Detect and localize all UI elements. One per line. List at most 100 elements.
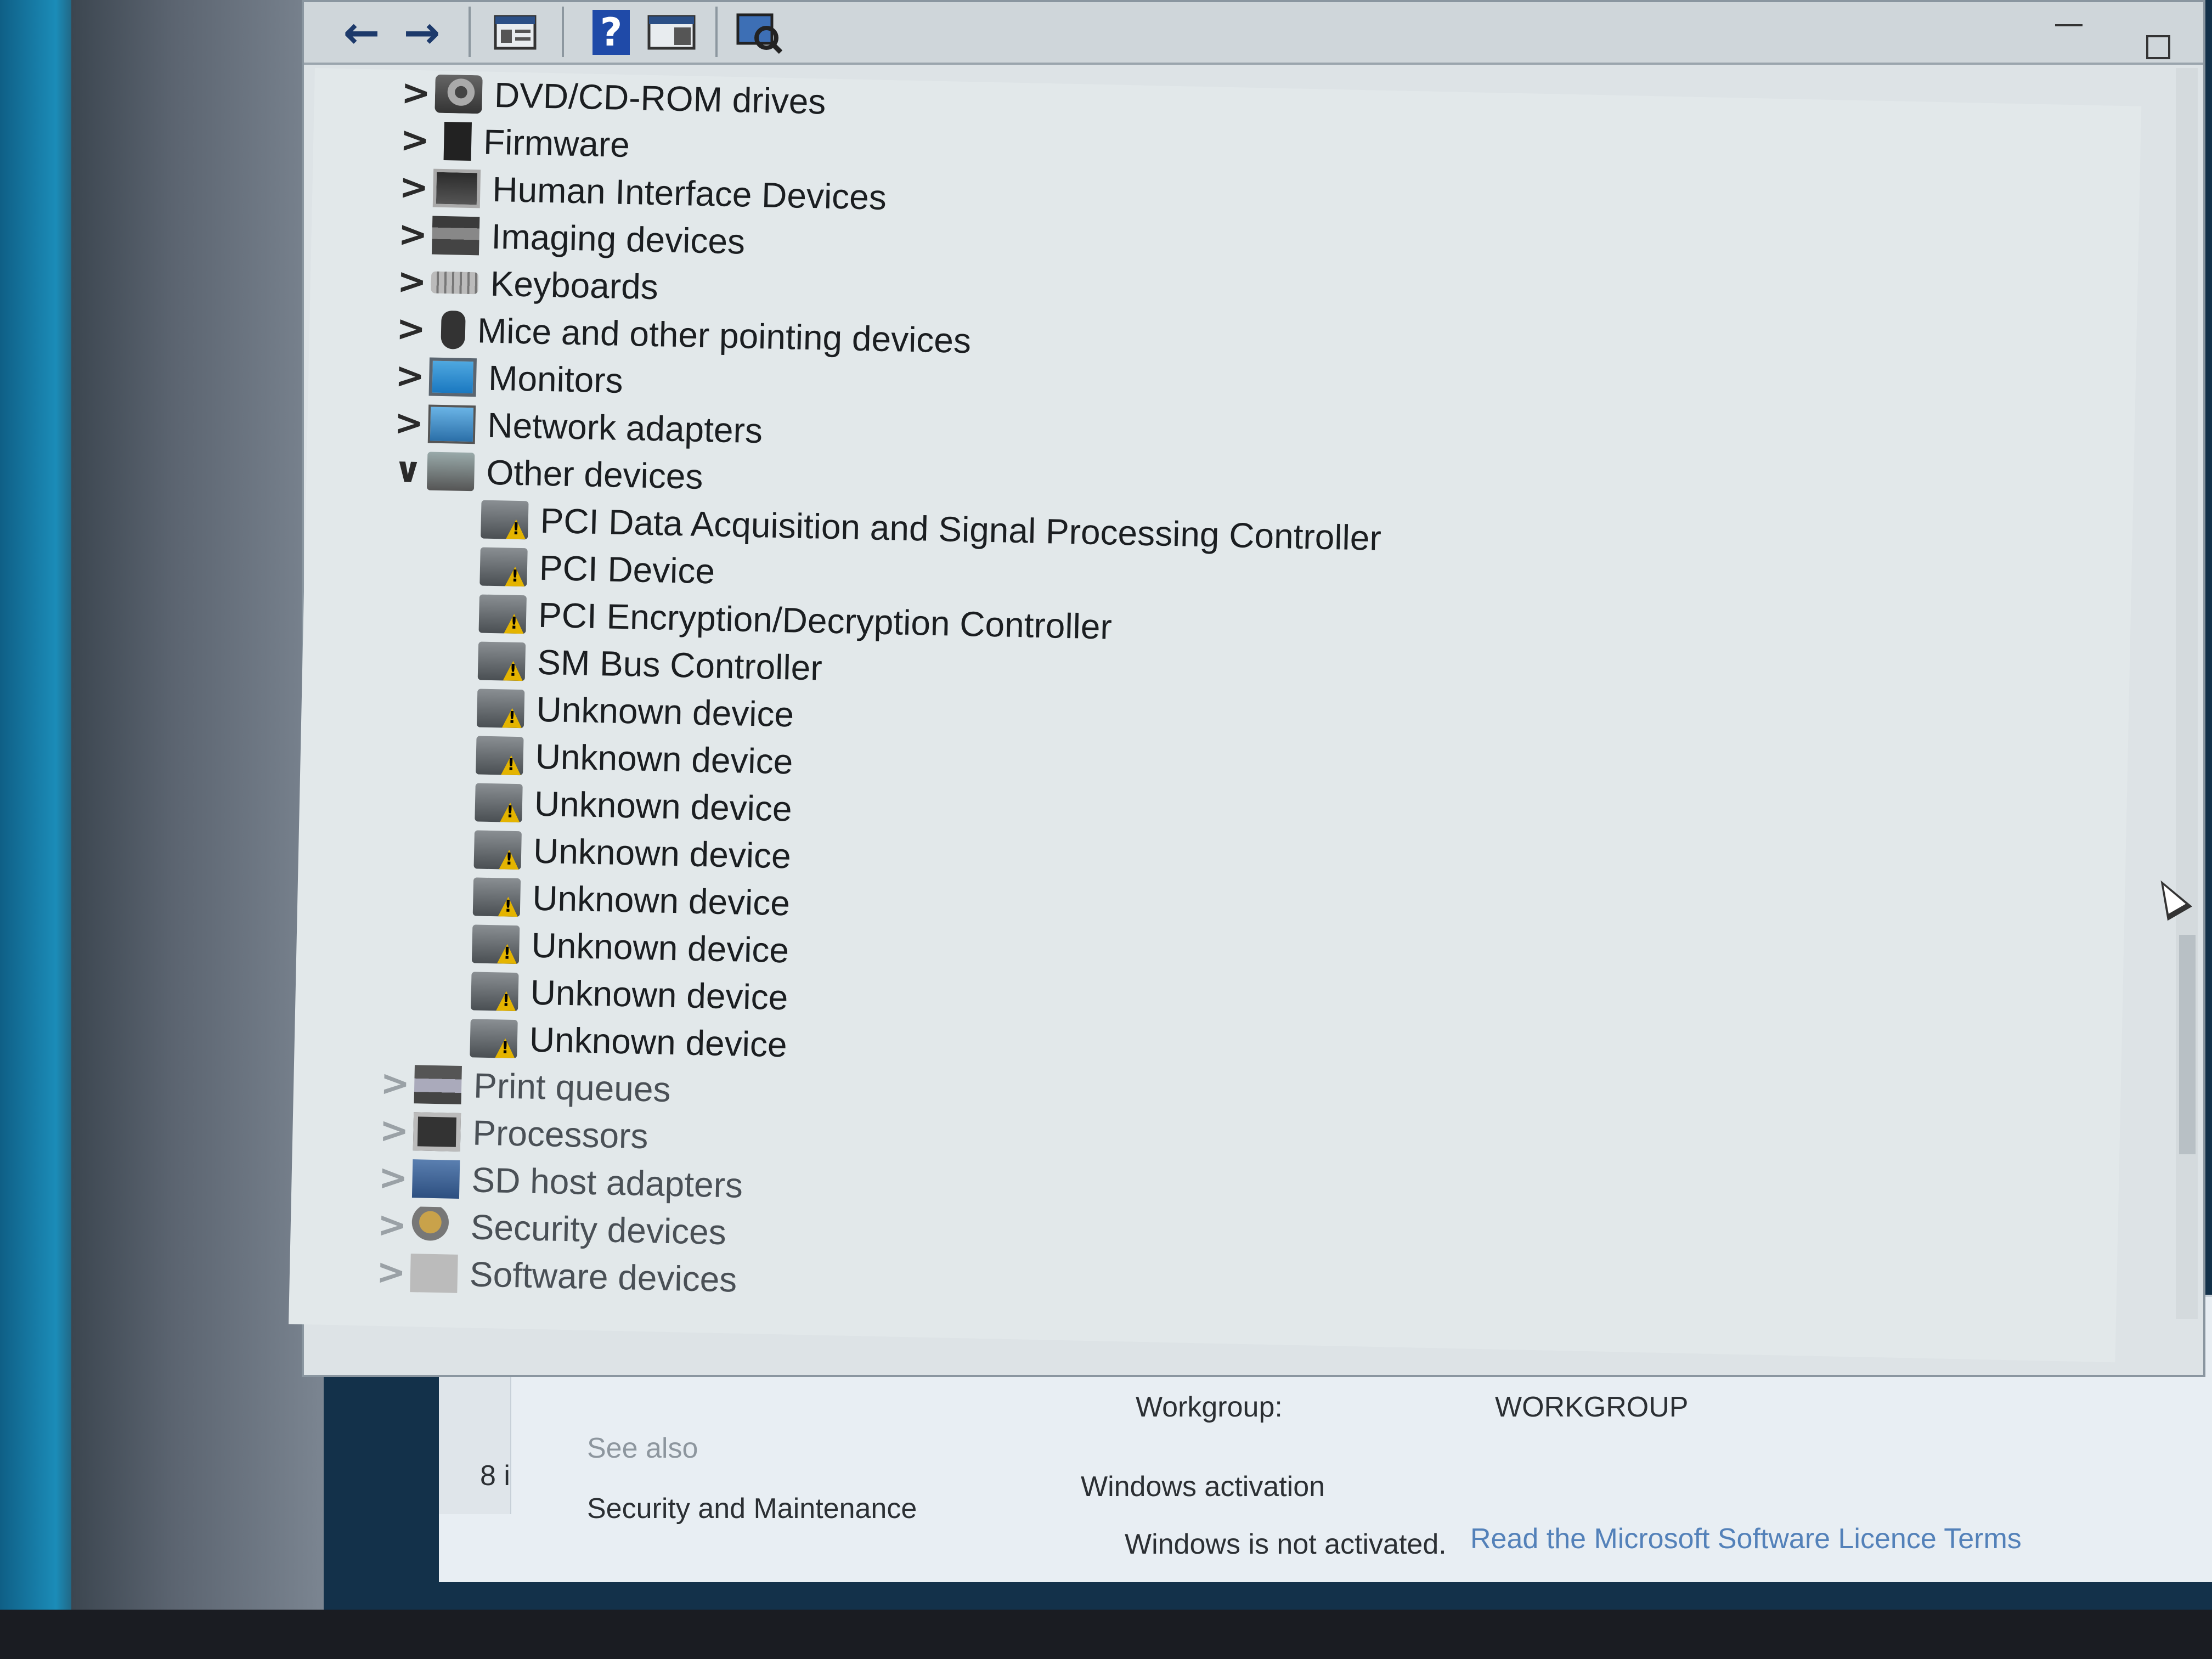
tree-item-label: Unknown device [530, 972, 789, 1018]
chevron-right-icon[interactable]: > [393, 214, 433, 255]
security-maintenance-link[interactable]: Security and Maintenance [587, 1492, 917, 1525]
tree-category[interactable]: > Imaging devices [393, 211, 746, 264]
toolbar: ← → ? [304, 2, 2203, 65]
chevron-right-icon[interactable]: > [375, 1110, 414, 1152]
help-icon[interactable]: ? [589, 8, 633, 57]
camera-icon [431, 216, 480, 256]
tree-device[interactable]: Unknown device [475, 779, 792, 832]
tree-item-label: Other devices [486, 452, 704, 496]
maximize-button[interactable] [2146, 35, 2170, 59]
windows-activation-heading: Windows activation [1081, 1471, 1325, 1503]
dvd-icon [435, 74, 483, 114]
tree-item-label: Unknown device [532, 878, 791, 923]
see-also-heading: See also [587, 1432, 698, 1464]
tree-category[interactable]: > SD host adapters [374, 1155, 743, 1209]
tree-device[interactable]: Unknown device [470, 1015, 787, 1068]
tree-category[interactable]: > Human Interface Devices [394, 164, 887, 221]
monitor-bottom-bezel [0, 1610, 2212, 1659]
scrollbar-thumb[interactable] [2179, 935, 2196, 1154]
tree-device[interactable]: Unknown device [471, 921, 789, 973]
tree-item-label: Unknown device [535, 736, 794, 782]
sd-adapter-icon [411, 1159, 460, 1199]
tree-item-label: Software devices [469, 1254, 738, 1300]
tree-category[interactable]: > Security devices [373, 1202, 727, 1255]
tree-device[interactable]: SM Bus Controller [477, 637, 823, 691]
tree-category[interactable]: > Network adapters [390, 400, 763, 454]
tree-item-label: Unknown device [533, 831, 792, 876]
tree-item-label: Mice and other pointing devices [477, 311, 972, 361]
tree-device[interactable]: Unknown device [473, 826, 791, 879]
view-pane-icon[interactable] [644, 8, 699, 57]
warning-device-icon [476, 736, 524, 776]
printer-icon [414, 1065, 462, 1104]
scan-hardware-icon[interactable] [732, 8, 787, 57]
keyboard-icon [431, 271, 479, 295]
tree-item-label: Unknown device [534, 783, 793, 829]
warning-device-icon [478, 594, 527, 634]
tree-category[interactable]: > Print queues [375, 1060, 672, 1113]
warning-device-icon [479, 547, 528, 587]
processor-icon [413, 1112, 461, 1152]
chevron-right-icon[interactable]: > [391, 356, 430, 397]
toolbar-separator [715, 7, 718, 57]
chevron-right-icon[interactable]: > [396, 120, 435, 161]
tree-device[interactable]: Unknown device [476, 732, 793, 785]
chevron-right-icon[interactable]: > [392, 261, 432, 302]
workgroup-label: Workgroup: [1136, 1391, 1283, 1423]
chevron-right-icon[interactable]: > [374, 1158, 413, 1199]
toolbar-separator [562, 7, 564, 57]
tree-item-label: SD host adapters [471, 1160, 743, 1205]
tree-item-label: Security devices [470, 1207, 727, 1252]
tree-category[interactable]: > DVD/CD-ROM drives [396, 70, 826, 125]
security-key-icon [411, 1206, 459, 1246]
arrow-left-icon[interactable]: ← [337, 7, 386, 58]
activation-status: Windows is not activated. [1125, 1528, 1447, 1560]
tree-device[interactable]: PCI Device [479, 544, 715, 595]
hid-icon [432, 168, 481, 208]
tree-item-label: DVD/CD-ROM drives [494, 75, 827, 122]
mouse-icon [441, 310, 466, 349]
firmware-icon [443, 121, 472, 161]
device-tree: > DVD/CD-ROM drives > Firmware > Human Interf… [289, 68, 2142, 1363]
tree-category[interactable]: > Keyboards [392, 258, 659, 310]
tree-category[interactable]: > Software devices [371, 1249, 737, 1303]
warning-device-icon [473, 830, 522, 870]
side-fragment-text: 8 i [480, 1460, 510, 1492]
chevron-right-icon[interactable]: > [394, 167, 434, 208]
minimize-button[interactable] [2055, 24, 2083, 26]
tree-device[interactable]: Unknown device [472, 873, 791, 926]
monitor-icon [428, 357, 477, 397]
unknown-device-icon [426, 452, 475, 492]
tree-item-label: Print queues [473, 1065, 672, 1109]
warning-device-icon [477, 641, 526, 681]
tree-item-label: PCI Encryption/Decryption Controller [538, 595, 1113, 647]
warning-device-icon [472, 877, 521, 917]
properties-icon[interactable] [490, 8, 540, 57]
arrow-right-icon[interactable]: → [397, 7, 447, 58]
tree-item-label: Imaging devices [490, 216, 746, 262]
warning-device-icon [470, 1019, 518, 1059]
chevron-right-icon[interactable]: > [396, 72, 436, 114]
warning-device-icon [471, 924, 520, 964]
tree-category[interactable]: > Firmware [395, 117, 630, 168]
software-device-icon [410, 1254, 458, 1293]
tree-device[interactable]: Unknown device [471, 968, 788, 1020]
tree-device[interactable]: Unknown device [476, 685, 794, 737]
chevron-right-icon[interactable]: > [375, 1063, 415, 1104]
chevron-right-icon[interactable]: > [371, 1252, 411, 1293]
chevron-right-icon[interactable]: > [373, 1205, 412, 1246]
chevron-right-icon[interactable]: > [391, 308, 431, 349]
chevron-right-icon[interactable]: > [390, 403, 429, 444]
desktop-background [71, 0, 324, 1659]
licence-terms-link[interactable]: Read the Microsoft Software Licence Term… [1470, 1522, 2022, 1555]
tree-category[interactable]: > Monitors [390, 353, 624, 404]
workgroup-value: WORKGROUP [1495, 1391, 1689, 1423]
network-adapter-icon [427, 404, 476, 444]
tree-item-label: Network adapters [487, 405, 763, 451]
chevron-down-icon[interactable]: ∨ [388, 450, 428, 491]
warning-device-icon [471, 972, 519, 1012]
tree-category[interactable]: > Processors [375, 1108, 649, 1159]
toolbar-separator [469, 7, 471, 57]
tree-category[interactable]: ∨ Other devices [388, 447, 703, 500]
tree-item-label: PCI Device [539, 548, 715, 591]
